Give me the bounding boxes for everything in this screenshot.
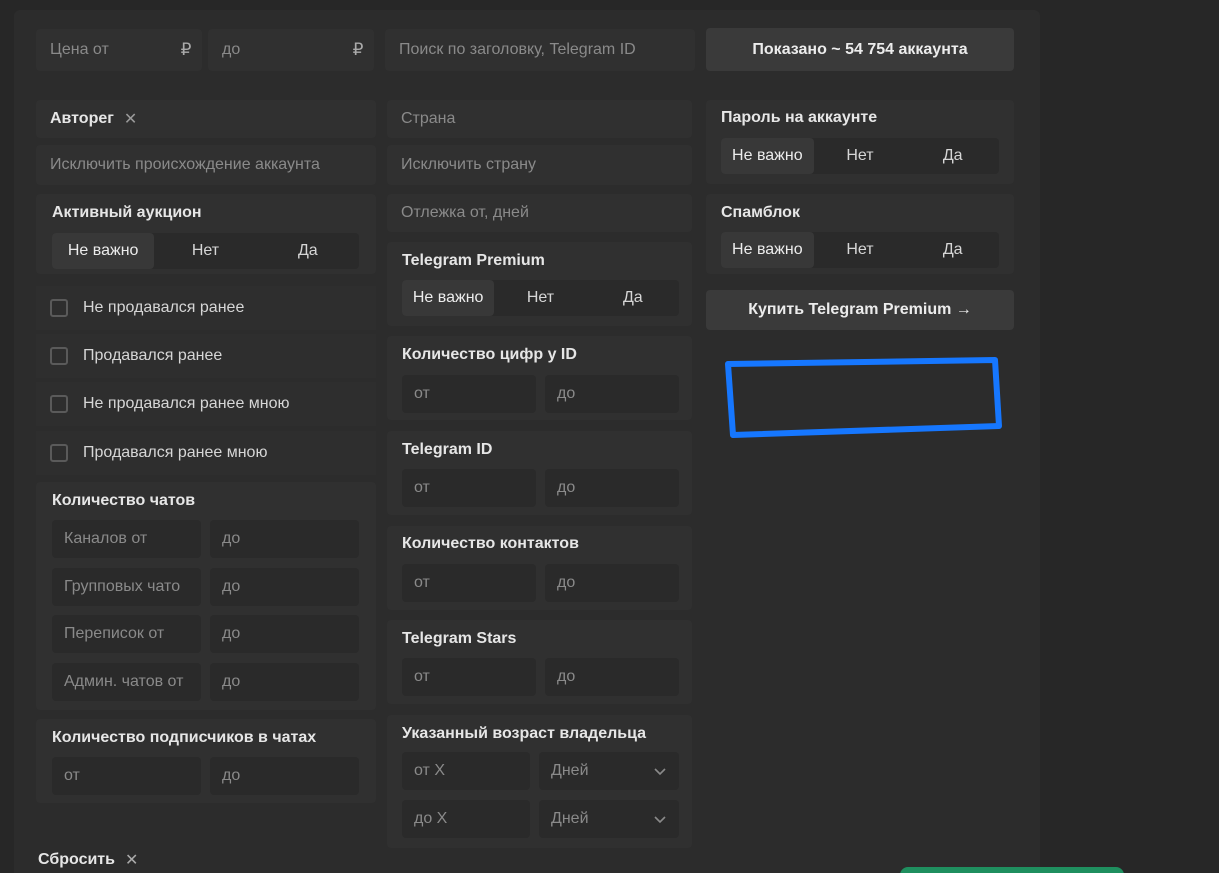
premium-opt-yes[interactable]: Да bbox=[587, 280, 679, 316]
tgid-to-input[interactable]: до bbox=[545, 469, 679, 507]
checkbox[interactable] bbox=[50, 299, 68, 317]
auction-segment: Не важно Нет Да bbox=[52, 233, 359, 269]
dialogs-to-input[interactable]: до bbox=[210, 615, 359, 653]
reset-button[interactable]: Сбросить ✕ bbox=[38, 850, 138, 870]
stars-to-input[interactable]: до bbox=[545, 658, 679, 696]
buy-premium-button[interactable]: Купить Telegram Premium → bbox=[706, 290, 1014, 330]
stars-range: от до bbox=[402, 658, 679, 696]
chats-admin-range: Админ. чатов от до bbox=[52, 663, 359, 701]
age-to-input[interactable]: до X bbox=[402, 800, 530, 838]
channels-to-input[interactable]: до bbox=[210, 520, 359, 558]
age-from-range: от X Дней bbox=[402, 752, 679, 790]
password-opt-any[interactable]: Не важно bbox=[721, 138, 814, 174]
shown-accounts-button[interactable]: Показано ~ 54 754 аккаунта bbox=[706, 28, 1014, 71]
origin-select[interactable]: Авторег ✕ bbox=[36, 100, 376, 138]
chevron-down-icon bbox=[654, 768, 666, 776]
digits-to-input[interactable]: до bbox=[545, 375, 679, 413]
exclude-origin-input[interactable]: Исключить происхождение аккаунта bbox=[36, 145, 376, 185]
admin-to-input[interactable]: до bbox=[210, 663, 359, 701]
tgid-range: от до bbox=[402, 469, 679, 507]
premium-opt-no[interactable]: Нет bbox=[494, 280, 586, 316]
subscribers-to-input[interactable]: до bbox=[210, 757, 359, 795]
password-segment: Не важно Нет Да bbox=[721, 138, 999, 174]
password-opt-no[interactable]: Нет bbox=[814, 138, 907, 174]
checkbox[interactable] bbox=[50, 395, 68, 413]
contacts-range: от до bbox=[402, 564, 679, 602]
password-opt-yes[interactable]: Да bbox=[906, 138, 999, 174]
groups-to-input[interactable]: до bbox=[210, 568, 359, 606]
ruble-icon: ₽ bbox=[180, 40, 192, 59]
age-title: Указанный возраст владельца bbox=[402, 725, 647, 742]
auction-title: Активный аукцион bbox=[52, 204, 202, 221]
subscribers-title: Количество подписчиков в чатах bbox=[52, 729, 317, 746]
origin-chip: Авторег bbox=[50, 110, 114, 127]
chats-title: Количество чатов bbox=[52, 492, 196, 509]
age-from-unit-select[interactable]: Дней bbox=[539, 752, 679, 790]
stars-title: Telegram Stars bbox=[402, 630, 517, 647]
premium-segment: Не важно Нет Да bbox=[402, 280, 679, 316]
premium-title: Telegram Premium bbox=[402, 252, 545, 269]
password-title: Пароль на аккаунте bbox=[721, 109, 878, 126]
stars-from-input[interactable]: от bbox=[402, 658, 536, 696]
chats-groups-range: Групповых чато до bbox=[52, 568, 359, 606]
checkbox[interactable] bbox=[50, 444, 68, 462]
dialogs-from-input[interactable]: Переписок от bbox=[52, 615, 201, 653]
tgid-from-input[interactable]: от bbox=[402, 469, 536, 507]
age-from-input[interactable]: от X bbox=[402, 752, 530, 790]
digits-title: Количество цифр у ID bbox=[402, 346, 577, 363]
exclude-country-input[interactable]: Исключить страну bbox=[387, 145, 692, 185]
premium-opt-any[interactable]: Не важно bbox=[402, 280, 495, 316]
close-icon: ✕ bbox=[124, 852, 139, 869]
check-sold-by-me[interactable]: Продавался ранее мною bbox=[36, 431, 376, 475]
close-icon[interactable]: ✕ bbox=[124, 109, 137, 129]
subscribers-from-input[interactable]: от bbox=[52, 757, 201, 795]
spamblock-opt-any[interactable]: Не важно bbox=[721, 232, 814, 268]
chats-dialogs-range: Переписок от до bbox=[52, 615, 359, 653]
check-sold[interactable]: Продавался ранее bbox=[36, 334, 376, 378]
green-action-button[interactable] bbox=[900, 867, 1124, 873]
chevron-down-icon bbox=[654, 816, 666, 824]
contacts-from-input[interactable]: от bbox=[402, 564, 536, 602]
tgid-title: Telegram ID bbox=[402, 441, 493, 458]
chats-channels-range: Каналов от до bbox=[52, 520, 359, 558]
search-input[interactable]: Поиск по заголовку, Telegram ID bbox=[385, 29, 695, 71]
contacts-to-input[interactable]: до bbox=[545, 564, 679, 602]
auction-opt-no[interactable]: Нет bbox=[154, 233, 256, 269]
channels-from-input[interactable]: Каналов от bbox=[52, 520, 201, 558]
age-to-unit-select[interactable]: Дней bbox=[539, 800, 679, 838]
spamblock-segment: Не важно Нет Да bbox=[721, 232, 999, 268]
subscribers-range: от до bbox=[52, 757, 359, 795]
contacts-title: Количество контактов bbox=[402, 535, 579, 552]
price-to-input[interactable]: до ₽ bbox=[208, 29, 374, 71]
check-not-sold-by-me[interactable]: Не продавался ранее мною bbox=[36, 382, 376, 426]
auction-opt-any[interactable]: Не важно bbox=[52, 233, 155, 269]
check-not-sold[interactable]: Не продавался ранее bbox=[36, 286, 376, 330]
highlight-annotation bbox=[725, 357, 1002, 438]
spamblock-opt-no[interactable]: Нет bbox=[814, 232, 907, 268]
age-to-range: до X Дней bbox=[402, 800, 679, 838]
price-from-input[interactable]: Цена от ₽ bbox=[36, 29, 202, 71]
groups-from-input[interactable]: Групповых чато bbox=[52, 568, 201, 606]
admin-from-input[interactable]: Админ. чатов от bbox=[52, 663, 201, 701]
country-select[interactable]: Страна bbox=[387, 100, 692, 138]
rest-days-input[interactable]: Отлежка от, дней bbox=[387, 194, 692, 232]
digits-from-input[interactable]: от bbox=[402, 375, 536, 413]
digits-range: от до bbox=[402, 375, 679, 413]
ruble-icon: ₽ bbox=[352, 40, 364, 59]
spamblock-opt-yes[interactable]: Да bbox=[906, 232, 999, 268]
checkbox[interactable] bbox=[50, 347, 68, 365]
spamblock-title: Спамблок bbox=[721, 204, 800, 221]
auction-opt-yes[interactable]: Да bbox=[257, 233, 359, 269]
